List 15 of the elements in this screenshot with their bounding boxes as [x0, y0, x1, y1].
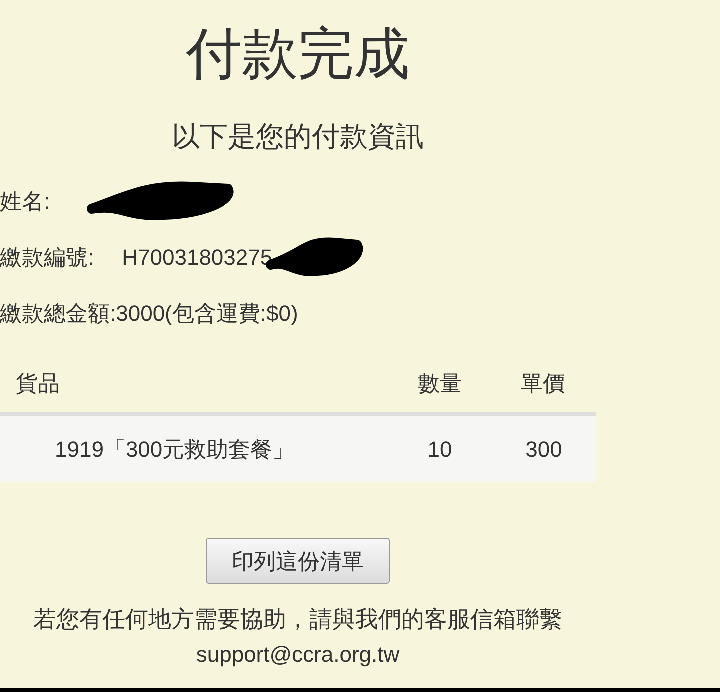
column-header: 貨品 — [16, 370, 60, 396]
help-text: 若您有任何地方需要協助，請與我們的客服信箱聯繫 — [32, 605, 564, 634]
table-cell: 300 — [526, 436, 562, 462]
email-address: support@ccra.org.tw — [196, 641, 400, 669]
field-value: H70031803275 — [122, 244, 273, 272]
column-header: 數量 — [418, 370, 462, 396]
table-cell: 10 — [428, 436, 452, 462]
page-title: 付款完成 — [185, 26, 411, 82]
table-cell: 1919「300元救助套餐」 — [55, 436, 295, 462]
field-label: 姓名: — [0, 188, 50, 216]
field-label: 繳款編號: — [0, 244, 94, 272]
subtitle: 以下是您的付款資訊 — [171, 123, 425, 151]
column-header: 單價 — [521, 370, 565, 396]
print-button[interactable]: 印列這份清單 — [206, 538, 390, 584]
field-label: 繳款總金額:3000(包含運費:$0) — [0, 300, 298, 328]
